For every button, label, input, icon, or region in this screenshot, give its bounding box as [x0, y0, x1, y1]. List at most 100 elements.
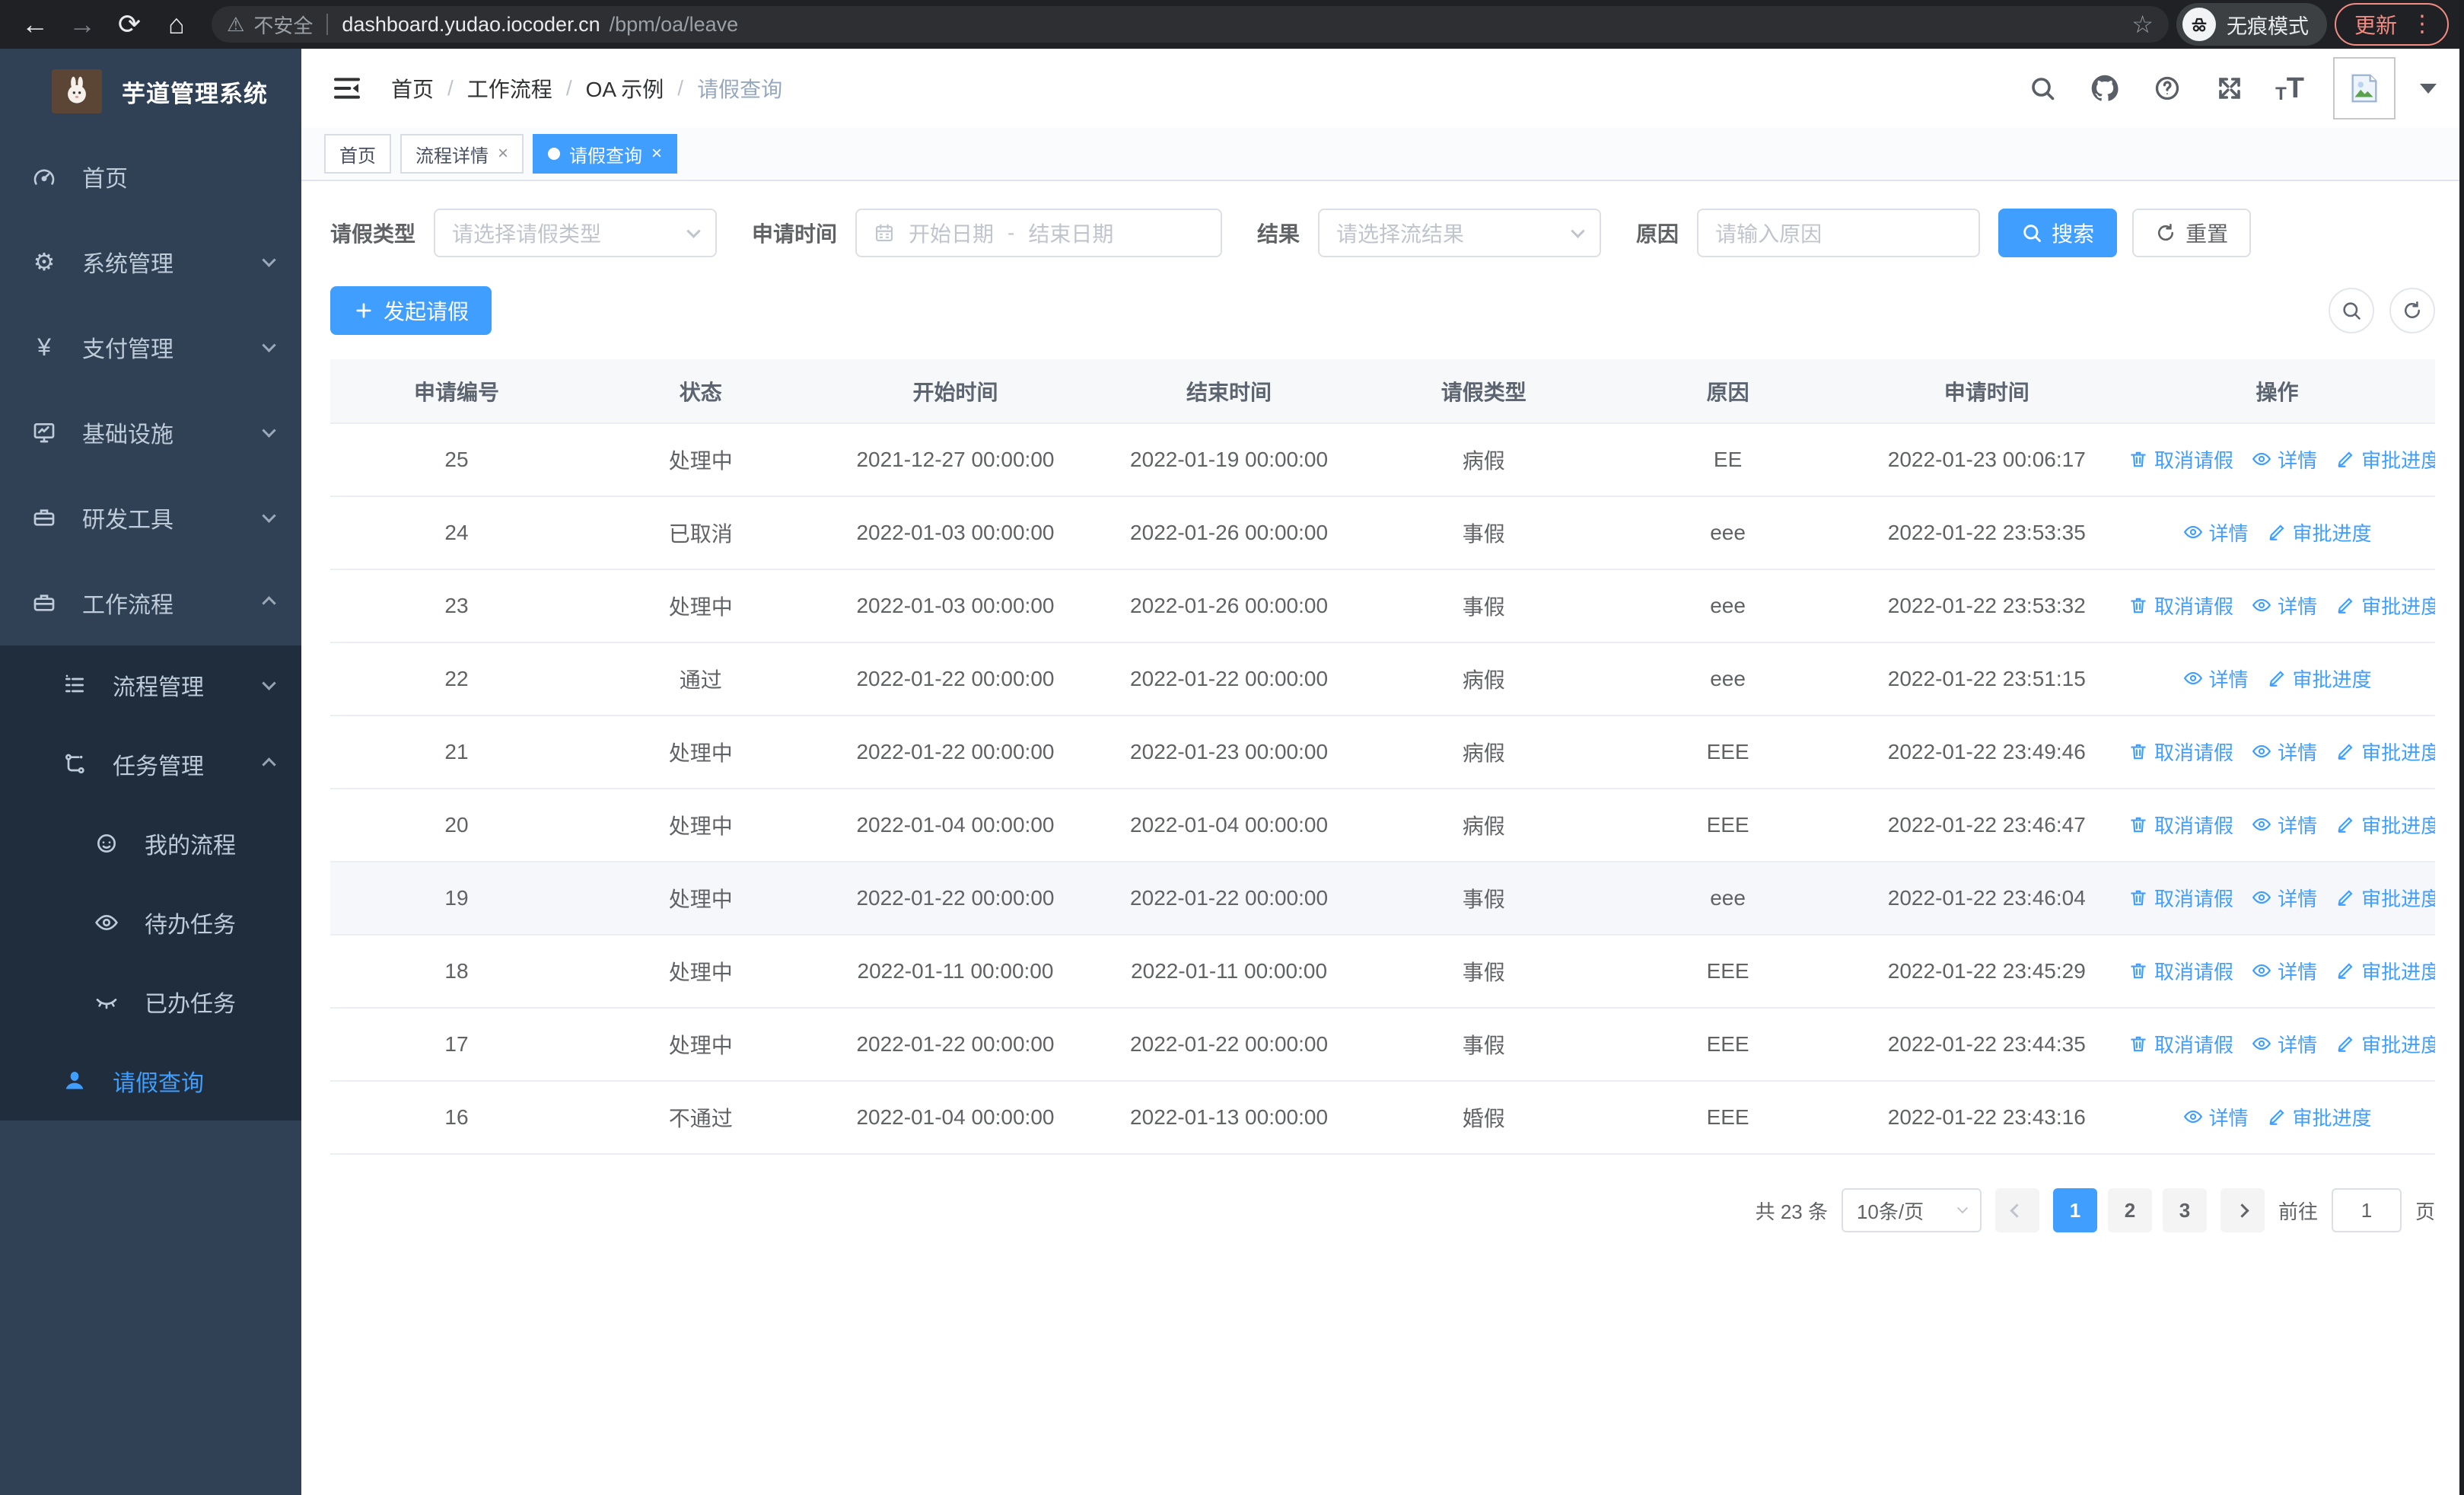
close-icon[interactable]: × [651, 143, 662, 164]
action-cancel-link[interactable]: 取消请假 [2128, 445, 2233, 473]
breadcrumb-current: 请假查询 [697, 78, 783, 101]
chevron-down-icon [262, 337, 276, 352]
action-detail-link[interactable]: 详情 [2252, 957, 2317, 985]
action-detail-link[interactable]: 详情 [2252, 1030, 2317, 1058]
reset-button[interactable]: 重置 [2132, 209, 2252, 257]
action-progress-link[interactable]: 审批进度 [2335, 445, 2435, 473]
avatar-dropdown-icon[interactable] [2420, 83, 2437, 94]
browser-update-button[interactable]: 更新 ⋮ [2334, 3, 2449, 46]
cell-id: 21 [330, 716, 583, 789]
browser-menu-icon[interactable]: ⋮ [2411, 13, 2434, 36]
action-detail-link[interactable]: 详情 [2252, 738, 2317, 766]
page-button-2[interactable]: 2 [2107, 1188, 2152, 1232]
chevron-up-icon [262, 757, 276, 772]
sidebar-item-my-process[interactable]: 我的流程 [0, 804, 301, 883]
breadcrumb-oa-demo[interactable]: OA 示例 [586, 73, 664, 104]
action-progress-link[interactable]: 审批进度 [2335, 738, 2435, 766]
refresh-table-button[interactable] [2389, 288, 2435, 333]
page-button-3[interactable]: 3 [2162, 1188, 2207, 1232]
sidebar-collapse-icon[interactable] [329, 70, 365, 107]
font-size-icon[interactable]: TT [2275, 72, 2304, 105]
reason-input[interactable]: 请输入原因 [1697, 209, 1981, 257]
leave-type-select[interactable]: 请选择请假类型 [434, 209, 718, 257]
sidebar-item-todo-task[interactable]: 待办任务 [0, 883, 301, 962]
sidebar-item-leave-query[interactable]: 请假查询 [0, 1041, 301, 1120]
page-button-1[interactable]: 1 [2052, 1188, 2097, 1232]
cell-end: 2022-01-13 00:00:00 [1092, 1081, 1366, 1155]
sidebar-item-infra[interactable]: 基础设施 [0, 390, 301, 475]
flow-icon [61, 752, 88, 776]
action-progress-link[interactable]: 审批进度 [2267, 1103, 2372, 1131]
action-detail-link[interactable]: 详情 [2252, 811, 2317, 839]
sidebar-item-dev[interactable]: 研发工具 [0, 475, 301, 560]
table-row: 16 不通过 2022-01-04 00:00:00 2022-01-13 00:00… [330, 1081, 2435, 1155]
action-detail-link[interactable]: 详情 [2252, 591, 2317, 620]
eye-closed-icon [93, 990, 120, 1014]
close-icon[interactable]: × [498, 143, 508, 164]
browser-forward-icon[interactable]: → [62, 5, 102, 44]
result-select[interactable]: 请选择流结果 [1318, 209, 1602, 257]
cell-applied: 2022-01-22 23:49:46 [1854, 716, 2120, 789]
sidebar-item-label: 首页 [82, 167, 128, 192]
cell-id: 23 [330, 569, 583, 643]
col-start: 开始时间 [818, 359, 1093, 424]
action-progress-link[interactable]: 审批进度 [2267, 518, 2372, 547]
page-size-select[interactable]: 10条/页 [1841, 1188, 1982, 1232]
goto-page-input[interactable] [2331, 1188, 2402, 1232]
action-detail-link[interactable]: 详情 [2183, 1103, 2249, 1131]
cell-id: 25 [330, 423, 583, 497]
page-content: 请假类型 请选择请假类型 申请时间 开始日期 - 结束日期 结果 请选择流结果 … [301, 181, 2464, 1495]
action-cancel-link[interactable]: 取消请假 [2128, 957, 2233, 985]
action-progress-link[interactable]: 审批进度 [2335, 811, 2435, 839]
breadcrumb-workflow[interactable]: 工作流程 [467, 73, 552, 104]
tab-leave-query[interactable]: 请假查询 × [533, 134, 678, 174]
sidebar-item-task-mgmt[interactable]: 任务管理 [0, 725, 301, 804]
breadcrumb-home[interactable]: 首页 [391, 73, 434, 104]
avatar[interactable] [2333, 57, 2396, 120]
browser-home-icon[interactable]: ⌂ [157, 5, 196, 44]
fullscreen-icon[interactable] [2213, 72, 2246, 105]
action-detail-link[interactable]: 详情 [2252, 445, 2317, 473]
sidebar-item-system[interactable]: ⚙ 系统管理 [0, 219, 301, 304]
action-cancel-link[interactable]: 取消请假 [2128, 884, 2233, 912]
github-icon[interactable] [2088, 72, 2122, 105]
bookmark-star-icon[interactable]: ☆ [2131, 10, 2154, 39]
action-cancel-link[interactable]: 取消请假 [2128, 591, 2233, 620]
cell-start: 2021-12-27 00:00:00 [818, 423, 1093, 497]
sidebar-item-process-mgmt[interactable]: 流程管理 [0, 645, 301, 725]
sidebar-item-done-task[interactable]: 已办任务 [0, 962, 301, 1041]
tab-home[interactable]: 首页 [324, 134, 391, 174]
action-cancel-link[interactable]: 取消请假 [2128, 1030, 2233, 1058]
action-progress-link[interactable]: 审批进度 [2335, 591, 2435, 620]
action-detail-link[interactable]: 详情 [2183, 665, 2249, 693]
tab-process-detail[interactable]: 流程详情 × [400, 134, 524, 174]
cell-id: 18 [330, 935, 583, 1009]
action-progress-link[interactable]: 审批进度 [2335, 957, 2435, 985]
action-progress-link[interactable]: 审批进度 [2267, 665, 2372, 693]
cell-type: 病假 [1365, 642, 1602, 716]
date-range-picker[interactable]: 开始日期 - 结束日期 [855, 209, 1223, 257]
action-progress-link[interactable]: 审批进度 [2335, 1030, 2435, 1058]
action-detail-link[interactable]: 详情 [2183, 518, 2249, 547]
browser-reload-icon[interactable]: ⟳ [110, 5, 149, 44]
toggle-search-button[interactable] [2329, 288, 2374, 333]
help-icon[interactable] [2150, 72, 2184, 105]
search-button[interactable]: 搜索 [1998, 209, 2118, 257]
sidebar-item-pay[interactable]: ¥ 支付管理 [0, 304, 301, 390]
chevron-up-icon [262, 595, 276, 610]
chevron-down-icon [262, 508, 276, 523]
action-cancel-link[interactable]: 取消请假 [2128, 811, 2233, 839]
browser-back-icon[interactable]: ← [15, 5, 55, 44]
prev-page-button[interactable] [1994, 1188, 2039, 1232]
app-logo[interactable]: 芋道管理系统 [0, 49, 301, 134]
next-page-button[interactable] [2220, 1188, 2265, 1232]
address-bar[interactable]: ⚠ 不安全 dashboard.yudao.iocoder.cn/bpm/oa/… [212, 6, 2169, 43]
action-cancel-link[interactable]: 取消请假 [2128, 738, 2233, 766]
not-secure-label: 不安全 [253, 14, 314, 37]
sidebar-item-home[interactable]: 首页 [0, 134, 301, 219]
create-leave-button[interactable]: 发起请假 [330, 286, 492, 335]
sidebar-item-workflow[interactable]: 工作流程 [0, 560, 301, 645]
search-icon[interactable] [2026, 72, 2059, 105]
action-detail-link[interactable]: 详情 [2252, 884, 2317, 912]
action-progress-link[interactable]: 审批进度 [2335, 884, 2435, 912]
